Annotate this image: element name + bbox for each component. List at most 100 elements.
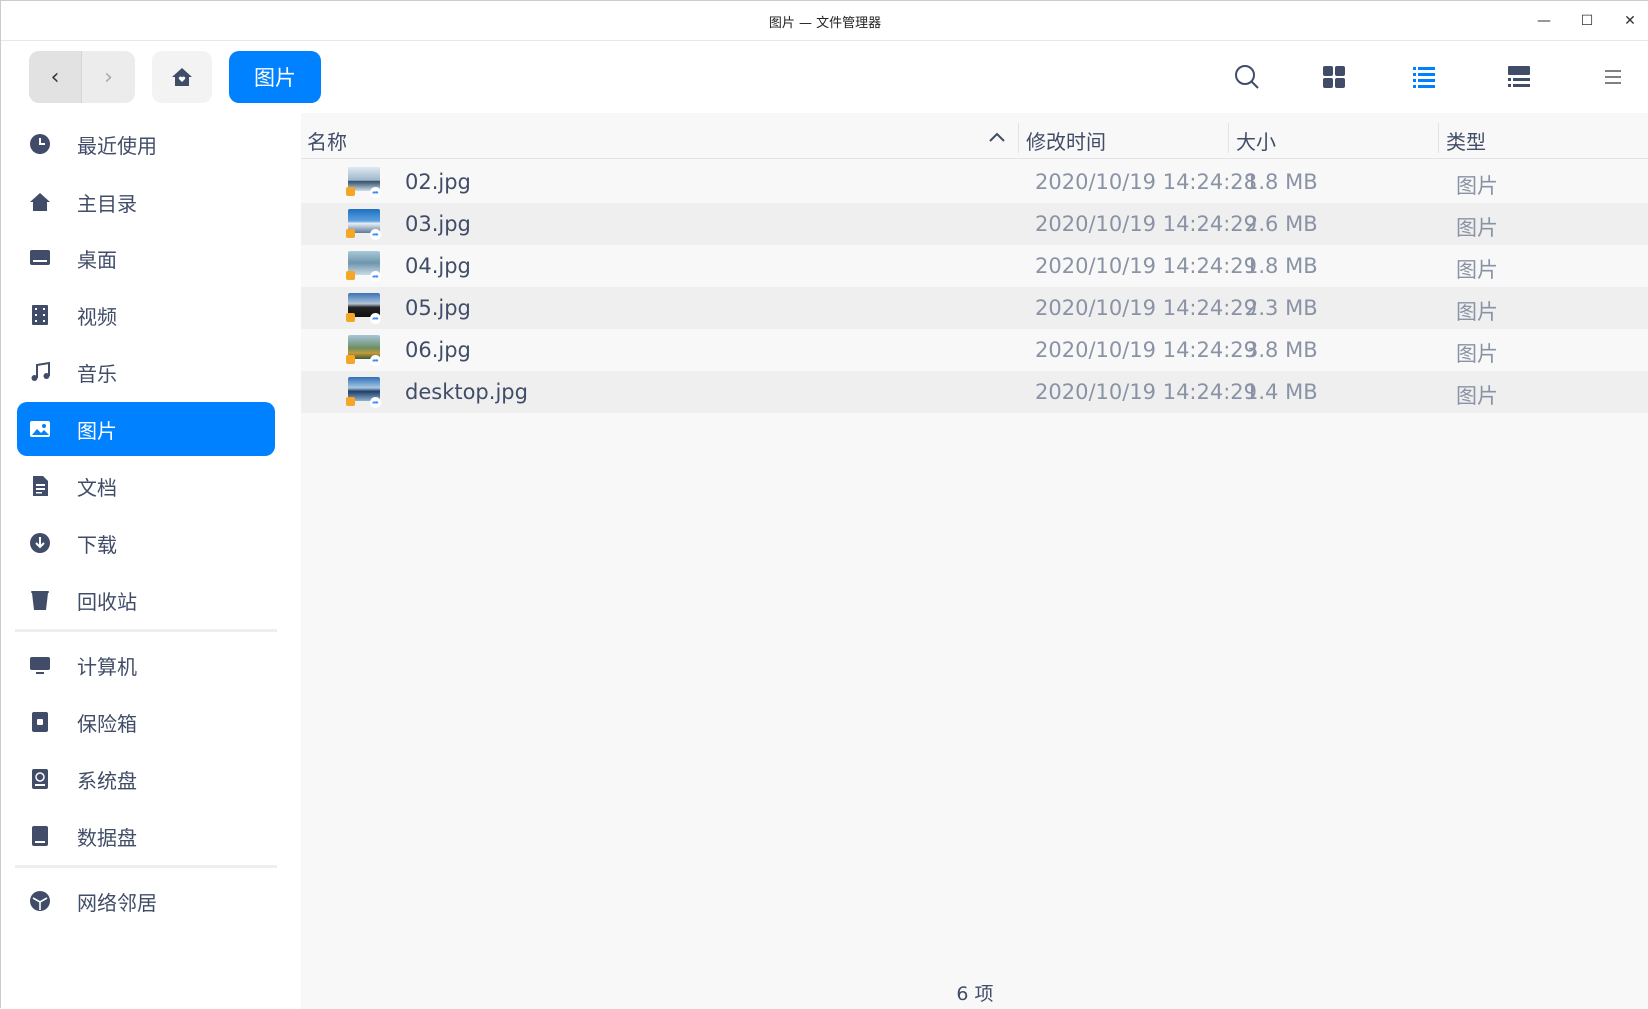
file-name: 02.jpg	[405, 170, 471, 194]
home-icon	[29, 191, 51, 213]
sidebar-divider	[15, 629, 277, 632]
sidebar-item-label: 下载	[77, 532, 117, 557]
close-button[interactable]: ✕	[1618, 9, 1642, 33]
sidebar-item-desktop[interactable]: 桌面	[17, 231, 275, 285]
file-type: 图片	[1456, 300, 1498, 324]
sidebar-item-trash[interactable]: 回收站	[17, 573, 275, 627]
download-icon	[29, 532, 51, 554]
sidebar-divider	[15, 865, 277, 868]
column-modified[interactable]: 修改时间	[1026, 126, 1106, 155]
sidebar-item-computer[interactable]: 计算机	[17, 638, 275, 692]
sidebar-item-picture[interactable]: 图片	[17, 402, 275, 456]
file-name: desktop.jpg	[405, 380, 528, 404]
status-bar-item-count: 6 项	[956, 983, 994, 1005]
home-button[interactable]	[152, 51, 212, 103]
file-modified: 2020/10/19 14:24:29	[1035, 212, 1258, 236]
minimize-button[interactable]: —	[1532, 9, 1556, 33]
sidebar-item-home[interactable]: 主目录	[17, 175, 275, 229]
list-view-button[interactable]	[1406, 59, 1442, 95]
file-name: 05.jpg	[405, 296, 471, 320]
sidebar-item-label: 主目录	[77, 191, 137, 216]
sidebar-item-label: 网络邻居	[77, 890, 157, 915]
sidebar-item-data-disk[interactable]: 数据盘	[17, 809, 275, 863]
sidebar-item-label: 回收站	[77, 589, 137, 614]
sidebar-item-video[interactable]: 视频	[17, 288, 275, 342]
sidebar-item-label: 音乐	[77, 361, 117, 386]
file-row[interactable]: ➦ 06.jpg 2020/10/19 14:24:29 3.8 MB 图片	[301, 329, 1648, 371]
maximize-button[interactable]: ☐	[1575, 9, 1599, 33]
sidebar-item-label: 数据盘	[77, 825, 137, 850]
shortcut-arrow-icon: ➦	[370, 229, 381, 240]
sidebar-item-label: 图片	[77, 418, 117, 443]
file-name: 04.jpg	[405, 254, 471, 278]
shortcut-arrow-icon: ➦	[370, 187, 381, 198]
sidebar-item-network[interactable]: 网络邻居	[17, 874, 275, 928]
shortcut-arrow-icon: ➦	[370, 313, 381, 324]
column-size[interactable]: 大小	[1236, 126, 1276, 155]
forward-button[interactable]: ›	[82, 51, 135, 103]
file-modified: 2020/10/19 14:24:29	[1035, 296, 1258, 320]
desktop-icon	[29, 247, 51, 269]
file-modified: 2020/10/19 14:24:29	[1035, 254, 1258, 278]
sort-ascending-icon[interactable]	[989, 131, 1005, 143]
network-icon	[29, 890, 51, 912]
file-type: 图片	[1456, 258, 1498, 282]
file-row[interactable]: ➦ desktop.jpg 2020/10/19 14:24:29 1.4 MB 图片	[301, 371, 1648, 413]
shortcut-arrow-icon: ➦	[370, 397, 381, 408]
vault-icon	[29, 711, 51, 733]
file-name: 03.jpg	[405, 212, 471, 236]
column-type[interactable]: 类型	[1446, 126, 1486, 155]
file-size: 1.8 MB	[1245, 254, 1318, 278]
lock-icon	[346, 187, 355, 196]
sidebar-item-label: 系统盘	[77, 768, 137, 793]
file-size: 1.8 MB	[1245, 170, 1318, 194]
sidebar-item-download[interactable]: 下载	[17, 516, 275, 570]
sidebar-item-system-disk[interactable]: 系统盘	[17, 752, 275, 806]
system-disk-icon	[29, 768, 51, 790]
title-bar: 图片 — 文件管理器 — ☐ ✕	[1, 1, 1648, 41]
sidebar-item-document[interactable]: 文档	[17, 459, 275, 513]
trash-icon	[29, 589, 51, 611]
sidebar-item-vault[interactable]: 保险箱	[17, 695, 275, 749]
file-type: 图片	[1456, 384, 1498, 408]
search-button[interactable]	[1229, 59, 1265, 95]
file-modified: 2020/10/19 14:24:29	[1035, 380, 1258, 404]
window-title: 图片 — 文件管理器	[768, 16, 882, 31]
file-row[interactable]: ➦ 04.jpg 2020/10/19 14:24:29 1.8 MB 图片	[301, 245, 1648, 287]
file-size: 1.4 MB	[1245, 380, 1318, 404]
clock-icon	[29, 133, 51, 155]
file-size: 3.8 MB	[1245, 338, 1318, 362]
detail-view-icon	[1508, 66, 1530, 87]
lock-icon	[346, 229, 355, 238]
file-size: 2.3 MB	[1245, 296, 1318, 320]
file-row[interactable]: ➦ 02.jpg 2020/10/19 14:24:28 1.8 MB 图片	[301, 161, 1648, 203]
sidebar-item-music[interactable]: 音乐	[17, 345, 275, 399]
icon-view-button[interactable]	[1316, 59, 1352, 95]
file-type: 图片	[1456, 174, 1498, 198]
file-modified: 2020/10/19 14:24:28	[1035, 170, 1258, 194]
column-header: 名称 修改时间 大小 类型	[301, 119, 1648, 159]
shortcut-arrow-icon: ➦	[370, 271, 381, 282]
sidebar-item-label: 桌面	[77, 247, 117, 272]
search-icon	[1235, 65, 1259, 89]
music-icon	[29, 361, 51, 383]
grid-icon	[1323, 66, 1345, 88]
file-row[interactable]: ➦ 03.jpg 2020/10/19 14:24:29 2.6 MB 图片	[301, 203, 1648, 245]
file-modified: 2020/10/19 14:24:29	[1035, 338, 1258, 362]
sidebar-item-label: 最近使用	[77, 133, 157, 158]
sidebar-item-clock[interactable]: 最近使用	[17, 117, 275, 171]
detail-view-button[interactable]	[1501, 59, 1537, 95]
back-button[interactable]: ‹	[29, 51, 82, 103]
breadcrumb-pictures[interactable]: 图片	[229, 51, 321, 103]
file-type: 图片	[1456, 216, 1498, 240]
lock-icon	[346, 313, 355, 322]
file-type: 图片	[1456, 342, 1498, 366]
file-row[interactable]: ➦ 05.jpg 2020/10/19 14:24:29 2.3 MB 图片	[301, 287, 1648, 329]
sidebar-item-label: 视频	[77, 304, 117, 329]
home-icon	[172, 68, 192, 86]
main-menu-button[interactable]	[1595, 59, 1631, 95]
shortcut-arrow-icon: ➦	[370, 355, 381, 366]
column-name[interactable]: 名称	[307, 126, 347, 155]
lock-icon	[346, 397, 355, 406]
computer-icon	[29, 654, 51, 676]
